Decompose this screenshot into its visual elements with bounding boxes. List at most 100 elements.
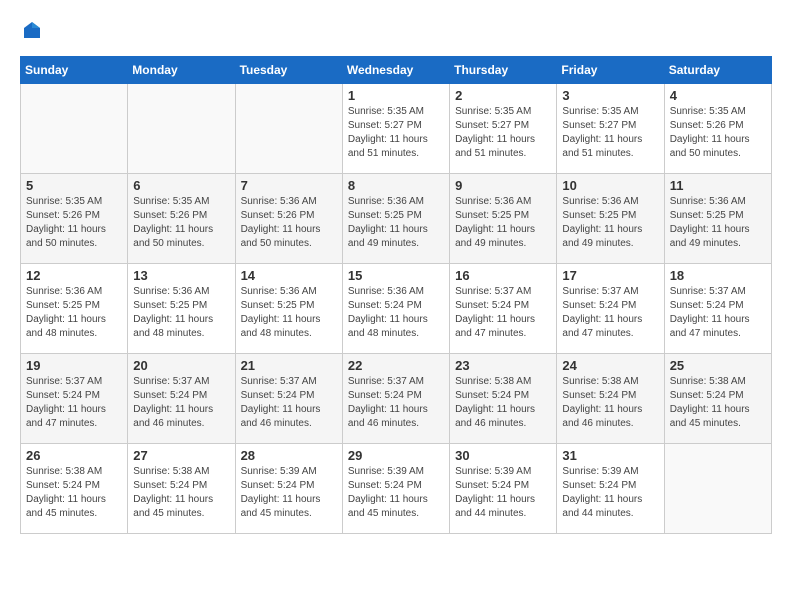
calendar-cell: 26 Sunrise: 5:38 AM Sunset: 5:24 PM Dayli… — [21, 444, 128, 534]
day-number: 16 — [455, 268, 551, 283]
day-info: Sunrise: 5:37 AM Sunset: 5:24 PM Dayligh… — [241, 375, 337, 431]
calendar-cell: 5 Sunrise: 5:35 AM Sunset: 5:26 PM Daylig… — [21, 174, 128, 264]
calendar-week-row: 26 Sunrise: 5:38 AM Sunset: 5:24 PM Dayli… — [21, 444, 772, 534]
day-info: Sunrise: 5:36 AM Sunset: 5:25 PM Dayligh… — [562, 195, 658, 251]
page-header — [20, 20, 772, 40]
calendar-cell — [21, 84, 128, 174]
day-info: Sunrise: 5:36 AM Sunset: 5:25 PM Dayligh… — [348, 195, 444, 251]
day-info: Sunrise: 5:38 AM Sunset: 5:24 PM Dayligh… — [455, 375, 551, 431]
day-info: Sunrise: 5:35 AM Sunset: 5:26 PM Dayligh… — [670, 105, 766, 161]
calendar-cell: 29 Sunrise: 5:39 AM Sunset: 5:24 PM Dayli… — [342, 444, 449, 534]
day-info: Sunrise: 5:39 AM Sunset: 5:24 PM Dayligh… — [348, 465, 444, 521]
day-number: 19 — [26, 358, 122, 373]
calendar-cell: 17 Sunrise: 5:37 AM Sunset: 5:24 PM Dayli… — [557, 264, 664, 354]
calendar-cell: 20Sunrise: 5:37 AM Sunset: 5:24 PM Dayli… — [128, 354, 235, 444]
calendar-cell: 30 Sunrise: 5:39 AM Sunset: 5:24 PM Dayli… — [450, 444, 557, 534]
calendar-cell: 21 Sunrise: 5:37 AM Sunset: 5:24 PM Dayli… — [235, 354, 342, 444]
day-info: Sunrise: 5:38 AM Sunset: 5:24 PM Dayligh… — [562, 375, 658, 431]
day-info: Sunrise: 5:36 AM Sunset: 5:25 PM Dayligh… — [670, 195, 766, 251]
weekday-header-wednesday: Wednesday — [342, 57, 449, 84]
day-number: 4 — [670, 88, 766, 103]
day-info: Sunrise: 5:36 AM Sunset: 5:25 PM Dayligh… — [26, 285, 122, 341]
calendar-week-row: 19 Sunrise: 5:37 AM Sunset: 5:24 PM Dayli… — [21, 354, 772, 444]
calendar-cell: 9 Sunrise: 5:36 AM Sunset: 5:25 PM Daylig… — [450, 174, 557, 264]
day-number: 27 — [133, 448, 229, 463]
day-number: 10 — [562, 178, 658, 193]
calendar-week-row: 5 Sunrise: 5:35 AM Sunset: 5:26 PM Daylig… — [21, 174, 772, 264]
day-number: 6 — [133, 178, 229, 193]
day-info: Sunrise: 5:38 AM Sunset: 5:24 PM Dayligh… — [133, 465, 229, 521]
calendar-cell: 11 Sunrise: 5:36 AM Sunset: 5:25 PM Dayli… — [664, 174, 771, 264]
day-info: Sunrise: 5:39 AM Sunset: 5:24 PM Dayligh… — [562, 465, 658, 521]
day-number: 18 — [670, 268, 766, 283]
weekday-header-monday: Monday — [128, 57, 235, 84]
calendar-cell: 4 Sunrise: 5:35 AM Sunset: 5:26 PM Daylig… — [664, 84, 771, 174]
day-info: Sunrise: 5:35 AM Sunset: 5:27 PM Dayligh… — [455, 105, 551, 161]
day-number: 1 — [348, 88, 444, 103]
day-number: 22 — [348, 358, 444, 373]
day-info: Sunrise: 5:37 AM Sunset: 5:24 PM Dayligh… — [348, 375, 444, 431]
weekday-header-saturday: Saturday — [664, 57, 771, 84]
calendar-cell: 12 Sunrise: 5:36 AM Sunset: 5:25 PM Dayli… — [21, 264, 128, 354]
calendar-cell: 7 Sunrise: 5:36 AM Sunset: 5:26 PM Daylig… — [235, 174, 342, 264]
calendar-table: SundayMondayTuesdayWednesdayThursdayFrid… — [20, 56, 772, 534]
calendar-cell: 2 Sunrise: 5:35 AM Sunset: 5:27 PM Daylig… — [450, 84, 557, 174]
calendar-cell: 14 Sunrise: 5:36 AM Sunset: 5:25 PM Dayli… — [235, 264, 342, 354]
day-info: Sunrise: 5:35 AM Sunset: 5:27 PM Dayligh… — [348, 105, 444, 161]
day-info: Sunrise: 5:36 AM Sunset: 5:26 PM Dayligh… — [241, 195, 337, 251]
logo-icon — [22, 20, 42, 40]
day-info: Sunrise: 5:36 AM Sunset: 5:25 PM Dayligh… — [241, 285, 337, 341]
day-number: 31 — [562, 448, 658, 463]
day-number: 9 — [455, 178, 551, 193]
day-info: Sunrise: 5:38 AM Sunset: 5:24 PM Dayligh… — [26, 465, 122, 521]
day-info: Sunrise: 5:37 AM Sunset: 5:24 PM Dayligh… — [562, 285, 658, 341]
calendar-cell: 24 Sunrise: 5:38 AM Sunset: 5:24 PM Dayli… — [557, 354, 664, 444]
day-info: Sunrise: 5:37 AM Sunset: 5:24 PM Dayligh… — [670, 285, 766, 341]
day-number: 7 — [241, 178, 337, 193]
calendar-week-row: 12 Sunrise: 5:36 AM Sunset: 5:25 PM Dayli… — [21, 264, 772, 354]
calendar-cell: 1 Sunrise: 5:35 AM Sunset: 5:27 PM Daylig… — [342, 84, 449, 174]
day-number: 28 — [241, 448, 337, 463]
calendar-cell: 27 Sunrise: 5:38 AM Sunset: 5:24 PM Dayli… — [128, 444, 235, 534]
day-number: 25 — [670, 358, 766, 373]
calendar-cell: 8 Sunrise: 5:36 AM Sunset: 5:25 PM Daylig… — [342, 174, 449, 264]
day-info: Sunrise: 5:35 AM Sunset: 5:26 PM Dayligh… — [26, 195, 122, 251]
day-number: 23 — [455, 358, 551, 373]
day-number: 15 — [348, 268, 444, 283]
calendar-cell: 16Sunrise: 5:37 AM Sunset: 5:24 PM Dayli… — [450, 264, 557, 354]
logo — [20, 20, 42, 40]
day-number: 14 — [241, 268, 337, 283]
calendar-cell: 13Sunrise: 5:36 AM Sunset: 5:25 PM Dayli… — [128, 264, 235, 354]
day-info: Sunrise: 5:36 AM Sunset: 5:25 PM Dayligh… — [133, 285, 229, 341]
day-number: 30 — [455, 448, 551, 463]
day-number: 8 — [348, 178, 444, 193]
day-number: 24 — [562, 358, 658, 373]
calendar-cell: 25Sunrise: 5:38 AM Sunset: 5:24 PM Dayli… — [664, 354, 771, 444]
day-info: Sunrise: 5:35 AM Sunset: 5:26 PM Dayligh… — [133, 195, 229, 251]
calendar-cell — [235, 84, 342, 174]
calendar-week-row: 1 Sunrise: 5:35 AM Sunset: 5:27 PM Daylig… — [21, 84, 772, 174]
calendar-cell: 15 Sunrise: 5:36 AM Sunset: 5:24 PM Dayli… — [342, 264, 449, 354]
day-number: 5 — [26, 178, 122, 193]
day-number: 29 — [348, 448, 444, 463]
day-info: Sunrise: 5:39 AM Sunset: 5:24 PM Dayligh… — [455, 465, 551, 521]
day-info: Sunrise: 5:36 AM Sunset: 5:24 PM Dayligh… — [348, 285, 444, 341]
calendar-cell: 10 Sunrise: 5:36 AM Sunset: 5:25 PM Dayli… — [557, 174, 664, 264]
weekday-header-sunday: Sunday — [21, 57, 128, 84]
day-number: 11 — [670, 178, 766, 193]
weekday-header-thursday: Thursday — [450, 57, 557, 84]
day-number: 17 — [562, 268, 658, 283]
day-info: Sunrise: 5:39 AM Sunset: 5:24 PM Dayligh… — [241, 465, 337, 521]
day-number: 26 — [26, 448, 122, 463]
weekday-header-row: SundayMondayTuesdayWednesdayThursdayFrid… — [21, 57, 772, 84]
calendar-cell: 28 Sunrise: 5:39 AM Sunset: 5:24 PM Dayli… — [235, 444, 342, 534]
day-number: 21 — [241, 358, 337, 373]
calendar-cell: 6 Sunrise: 5:35 AM Sunset: 5:26 PM Daylig… — [128, 174, 235, 264]
weekday-header-tuesday: Tuesday — [235, 57, 342, 84]
calendar-cell: 22 Sunrise: 5:37 AM Sunset: 5:24 PM Dayli… — [342, 354, 449, 444]
day-number: 12 — [26, 268, 122, 283]
day-info: Sunrise: 5:36 AM Sunset: 5:25 PM Dayligh… — [455, 195, 551, 251]
calendar-cell: 31 Sunrise: 5:39 AM Sunset: 5:24 PM Dayli… — [557, 444, 664, 534]
day-number: 2 — [455, 88, 551, 103]
weekday-header-friday: Friday — [557, 57, 664, 84]
